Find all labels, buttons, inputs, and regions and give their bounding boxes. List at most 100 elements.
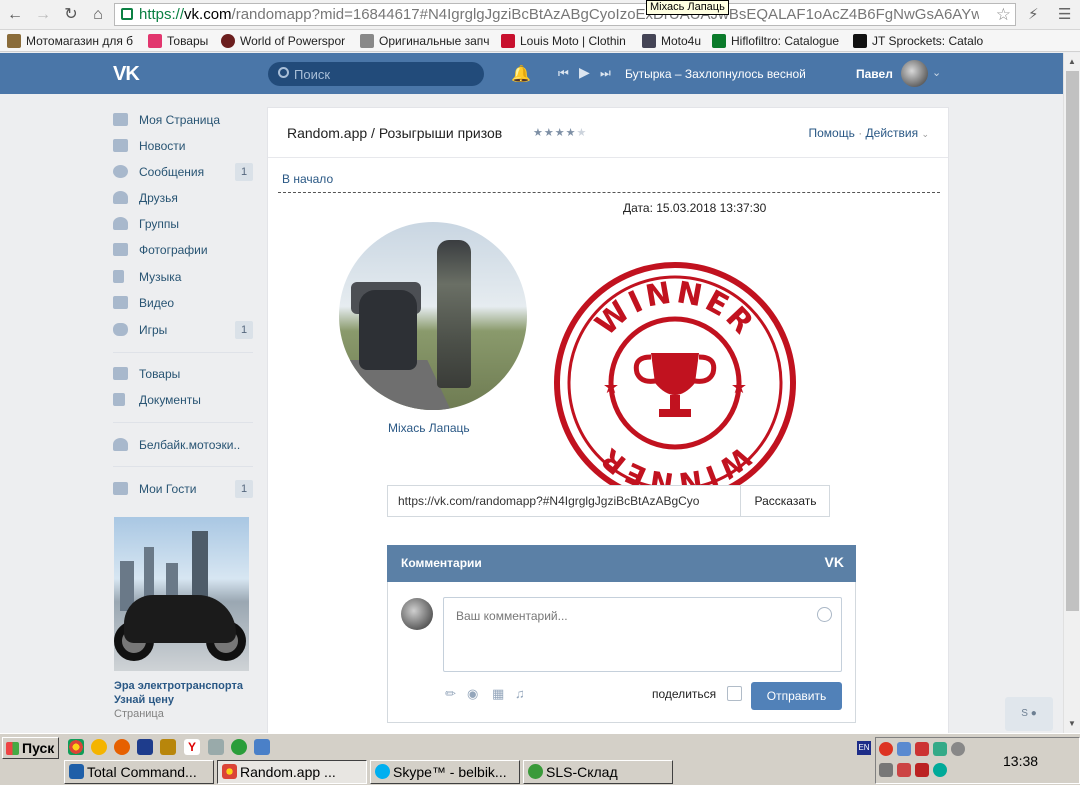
back-arrow-icon[interactable]: ← — [5, 5, 25, 25]
actions-menu[interactable]: Действия — [866, 126, 919, 140]
next-track-icon[interactable]: ⏭ — [600, 66, 611, 81]
bookmark-favicon-icon — [501, 34, 515, 48]
user-name[interactable]: Павел — [856, 67, 893, 81]
home-link[interactable]: В начало — [282, 172, 333, 186]
bookmark-item[interactable]: Товары — [148, 33, 214, 49]
taskbar-item-sls[interactable]: SLS-Склад — [523, 760, 673, 784]
network-icon[interactable] — [897, 742, 911, 756]
camera-icon — [113, 243, 128, 256]
yandex-icon[interactable]: Y — [184, 739, 200, 755]
shield-icon[interactable] — [915, 742, 929, 756]
bookmark-favicon-icon — [712, 34, 726, 48]
bookmark-item[interactable]: Мотомагазин для б — [7, 33, 135, 49]
extension-icon[interactable]: ⚡ — [1028, 5, 1039, 23]
help-link[interactable]: Помощь — [809, 126, 855, 140]
bookmark-item[interactable]: JT Sprockets: Catalo — [853, 33, 983, 49]
vk-logo-icon[interactable]: VK — [825, 554, 844, 570]
sidebar-item-group-link[interactable]: Белбайк.мотоэки.. — [113, 433, 253, 457]
chevron-down-icon[interactable]: ⌄ — [921, 129, 929, 139]
taskbar-item-total-commander[interactable]: Total Command... — [64, 760, 214, 784]
browser-icon[interactable] — [254, 739, 270, 755]
language-indicator[interactable]: EN — [857, 741, 871, 755]
skype-tray-icon[interactable] — [933, 763, 947, 777]
taskbar-item-skype[interactable]: Skype™ - belbik... — [370, 760, 520, 784]
settings-icon[interactable] — [951, 742, 965, 756]
sidebar-item-news[interactable]: Новости — [113, 134, 253, 158]
chrome-icon[interactable] — [68, 739, 84, 755]
home-icon[interactable]: ⌂ — [88, 5, 108, 25]
ad-image[interactable] — [114, 517, 249, 671]
tray-app-icon[interactable] — [897, 763, 911, 777]
notifications-bell-icon[interactable]: 🔔 — [511, 64, 531, 84]
sidebar-item-music[interactable]: Музыка — [113, 265, 253, 289]
bookmark-item[interactable]: Louis Moto | Clothin — [501, 33, 630, 49]
app-icon[interactable] — [231, 739, 247, 755]
bookmark-star-icon[interactable]: ☆ — [996, 5, 1011, 25]
sidebar-item-groups[interactable]: Группы — [113, 212, 253, 236]
tray-app-icon[interactable] — [933, 742, 947, 756]
draw-date: Дата: 15.03.2018 13:37:30 — [623, 201, 767, 215]
winner-name-link[interactable]: Міхась Лапаць — [388, 421, 470, 435]
smile-icon[interactable] — [817, 607, 832, 622]
taskbar-item-random-app[interactable]: Random.app ... — [217, 760, 367, 784]
antivirus-icon[interactable] — [879, 742, 893, 756]
scroll-up-icon[interactable]: ▲ — [1068, 57, 1076, 66]
volume-icon[interactable] — [879, 763, 893, 777]
vk-header: VK Поиск 🔔 ⏮ ▶ ⏭ Бутырка – Захлопнулось … — [0, 53, 1063, 94]
sidebar-item-messages[interactable]: Сообщения 1 — [113, 160, 253, 184]
bookmark-item[interactable]: World of Powerspor — [221, 33, 348, 49]
tray-app-icon[interactable] — [915, 763, 929, 777]
firefox-icon[interactable] — [114, 739, 130, 755]
save-disk-icon[interactable] — [137, 739, 153, 755]
clock[interactable]: 13:38 — [1003, 753, 1038, 769]
scroll-thumb[interactable] — [1066, 71, 1079, 611]
bookmark-item[interactable]: Hiflofiltro: Catalogue — [712, 33, 846, 49]
video-icon[interactable]: ▦ — [492, 686, 504, 702]
music-note-icon[interactable]: ♫ — [515, 686, 525, 701]
notepad-icon[interactable] — [208, 739, 224, 755]
sidebar-item-goods[interactable]: Товары — [113, 362, 253, 386]
send-button[interactable]: Отправить — [751, 682, 842, 710]
start-button[interactable]: Пуск — [2, 737, 59, 759]
winner-photo[interactable] — [339, 222, 527, 410]
sidebar-item-documents[interactable]: Документы — [113, 388, 253, 412]
forward-arrow-icon[interactable]: → — [33, 5, 53, 25]
chevron-down-icon[interactable]: ⌄ — [932, 66, 941, 79]
grid-icon — [113, 482, 128, 495]
bookmark-item[interactable]: Оригинальные запч — [360, 33, 490, 49]
photo-motorcycle — [359, 290, 417, 370]
address-bar[interactable]: https://vk.com/randomapp?mid=16844617#N4… — [114, 3, 1016, 26]
ad-subtitle: Страница — [114, 708, 164, 720]
winner-stamp: WINNER WINNER ★ ★ — [554, 262, 796, 504]
sidebar-item-my-page[interactable]: Моя Страница — [113, 108, 253, 132]
sidebar-item-games[interactable]: Игры 1 — [113, 318, 253, 342]
search-input[interactable]: Поиск — [268, 62, 484, 86]
avatar[interactable] — [901, 60, 928, 87]
share-url-field[interactable]: https://vk.com/randomapp?#N4IgrglgJgziBc… — [398, 494, 734, 508]
page-title: Random.app / Розыгрыши призов — [287, 125, 503, 141]
comment-input[interactable]: Ваш комментарий... — [443, 597, 842, 672]
bookmark-item[interactable]: Moto4u — [642, 33, 704, 49]
sidebar-item-friends[interactable]: Друзья — [113, 186, 253, 210]
smiley-app-icon[interactable] — [91, 739, 107, 755]
previous-track-icon[interactable]: ⏮ — [558, 66, 569, 81]
menu-icon[interactable]: ☰ — [1058, 5, 1071, 23]
sidebar-item-video[interactable]: Видео — [113, 291, 253, 315]
vk-logo-icon[interactable]: VK — [113, 63, 140, 86]
reload-icon[interactable]: ↻ — [61, 5, 81, 25]
floating-friends-button[interactable]: S ● — [1005, 697, 1053, 731]
url-text[interactable]: https://vk.com/randomapp?mid=16844617#N4… — [139, 6, 979, 23]
scroll-down-icon[interactable]: ▼ — [1068, 719, 1076, 728]
tools-icon[interactable] — [160, 739, 176, 755]
graffiti-icon[interactable]: ✏ — [445, 686, 456, 702]
sidebar-item-guests[interactable]: Мои Гости 1 — [113, 477, 253, 501]
camera-icon[interactable]: ◉ — [467, 686, 478, 702]
now-playing-track[interactable]: Бутырка – Захлопнулось весной — [625, 67, 806, 81]
star-icon: ★ — [543, 127, 555, 139]
page-scrollbar[interactable]: ▲ ▼ — [1063, 53, 1080, 733]
ad-title[interactable]: Эра электротранспорта Узнай цену — [114, 679, 243, 707]
share-checkbox[interactable] — [727, 686, 742, 701]
share-button[interactable]: Рассказать — [740, 486, 830, 516]
sidebar-item-photos[interactable]: Фотографии — [113, 238, 253, 262]
play-icon[interactable]: ▶ — [579, 64, 590, 81]
